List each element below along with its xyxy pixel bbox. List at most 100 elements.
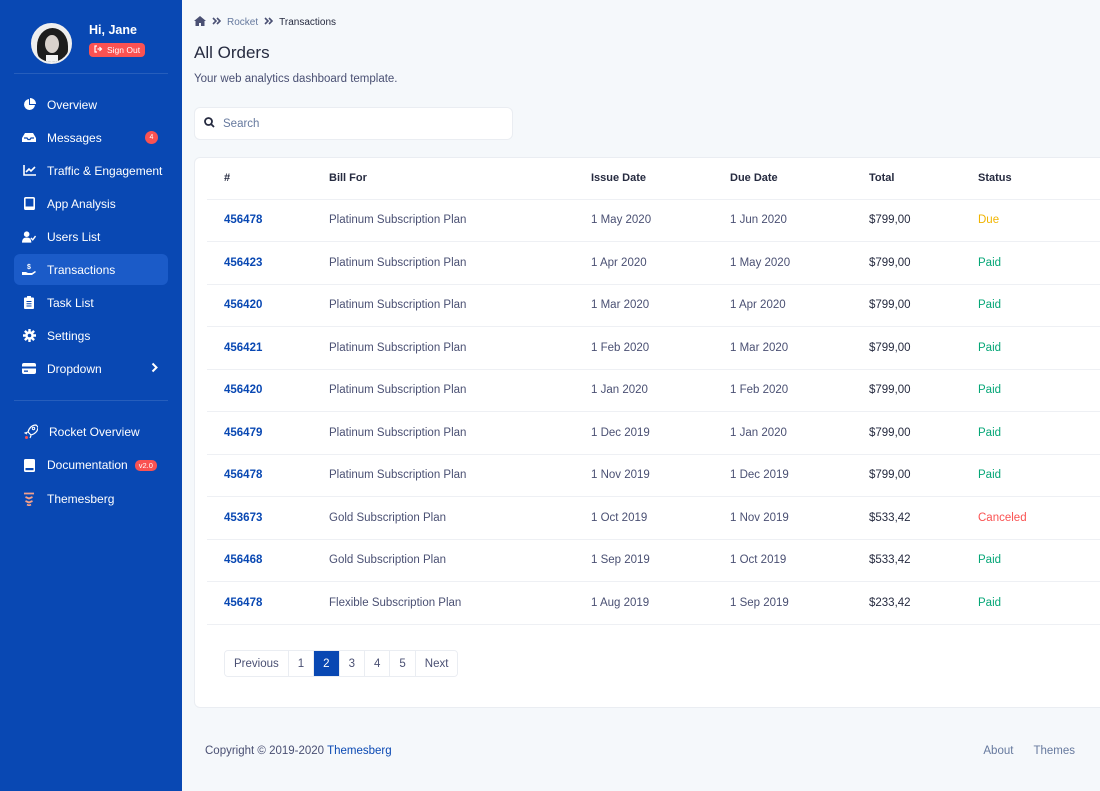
footer-link-about[interactable]: About [983, 745, 1013, 757]
order-id-cell: 456421 [207, 326, 329, 370]
inbox-icon [22, 131, 36, 145]
order-id-link[interactable]: 456421 [224, 342, 262, 354]
breadcrumb: Rocket Transactions [194, 16, 336, 29]
bill-for-cell: Platinum Subscription Plan [329, 284, 591, 327]
sidebar-item-themesberg[interactable]: Themesberg [14, 483, 168, 514]
order-id-link[interactable]: 456478 [224, 597, 262, 609]
due-date-cell: 1 Jan 2020 [730, 411, 869, 455]
bill-for-cell: Platinum Subscription Plan [329, 241, 591, 285]
column-header-total: Total [869, 158, 978, 200]
search-box [194, 107, 513, 140]
search-icon [204, 115, 215, 133]
footer-link-themes[interactable]: Themes [1033, 745, 1075, 757]
pagination: Previous 1 2 3 4 5 Next [224, 650, 459, 677]
due-date-cell: 1 Oct 2019 [730, 539, 869, 582]
user-profile: Hi, Jane Sign Out [0, 0, 182, 73]
issue-date-cell: 1 Aug 2019 [591, 581, 730, 625]
orders-table-card: # Bill For Issue Date Due Date Total Sta… [194, 157, 1100, 708]
table-row: 456420 Platinum Subscription Plan 1 Mar 20… [207, 284, 1100, 327]
footer: Copyright © 2019-2020 Themesberg About T… [205, 745, 1075, 757]
bill-for-cell: Platinum Subscription Plan [329, 326, 591, 370]
sidebar-item-label: Traffic & Engagement [47, 163, 163, 178]
hand-dollar-icon: $ [22, 263, 36, 277]
issue-date-cell: 1 Mar 2020 [591, 284, 730, 327]
order-id-cell: 456479 [207, 411, 329, 455]
total-cell: $799,00 [869, 326, 978, 370]
pagination-previous[interactable]: Previous [225, 651, 288, 676]
clipboard-list-icon [22, 296, 36, 310]
total-cell: $799,00 [869, 369, 978, 412]
order-id-link[interactable]: 453673 [224, 512, 262, 524]
sidebar-item-label: App Analysis [47, 196, 116, 211]
status-badge: Paid [978, 284, 1100, 327]
sidebar-item-overview[interactable]: Overview [14, 89, 168, 120]
orders-table: # Bill For Issue Date Due Date Total Sta… [207, 158, 1100, 625]
sidebar-item-label: Documentation [47, 458, 128, 472]
chevron-right-icon [151, 362, 158, 376]
bill-for-cell: Flexible Subscription Plan [329, 581, 591, 625]
column-header-issue-date: Issue Date [591, 158, 730, 200]
pagination-page-1[interactable]: 1 [287, 651, 314, 676]
sidebar-item-traffic-engagement[interactable]: Traffic & Engagement [14, 155, 168, 186]
sidebar-item-label: Settings [47, 328, 91, 343]
sidebar-item-messages[interactable]: Messages 4 [14, 122, 168, 153]
order-id-cell: 456468 [207, 539, 329, 582]
pie-chart-icon [22, 98, 36, 112]
order-id-link[interactable]: 456479 [224, 427, 262, 439]
order-id-cell: 453673 [207, 496, 329, 540]
table-row: 453673 Gold Subscription Plan 1 Oct 2019 1 … [207, 496, 1100, 540]
order-id-cell: 456423 [207, 241, 329, 285]
due-date-cell: 1 May 2020 [730, 241, 869, 285]
sidebar-item-label: Overview [47, 97, 98, 112]
issue-date-cell: 1 Feb 2020 [591, 326, 730, 370]
order-id-link[interactable]: 456420 [224, 384, 262, 396]
sidebar-item-settings[interactable]: Settings [14, 320, 168, 351]
sidebar-item-documentation[interactable]: Documentation v2.0 [14, 450, 168, 481]
order-id-link[interactable]: 456478 [224, 214, 262, 226]
pagination-page-2[interactable]: 2 [313, 651, 339, 676]
status-badge: Paid [978, 581, 1100, 625]
sidebar-item-task-list[interactable]: Task List [14, 287, 168, 318]
sign-out-label: Sign Out [107, 45, 141, 55]
sidebar-item-app-analysis[interactable]: App Analysis [14, 188, 168, 219]
sign-out-button[interactable]: Sign Out [89, 43, 146, 57]
status-badge: Paid [978, 326, 1100, 370]
column-header-id: # [207, 158, 329, 200]
sidebar-secondary-nav: Rocket Overview Documentation v2.0 Theme… [0, 401, 182, 514]
order-id-cell: 456420 [207, 369, 329, 412]
order-id-link[interactable]: 456468 [224, 554, 262, 566]
table-header-row: # Bill For Issue Date Due Date Total Sta… [207, 158, 1100, 200]
table-row: 456420 Platinum Subscription Plan 1 Jan 20… [207, 369, 1100, 412]
sidebar-item-dropdown[interactable]: Dropdown [14, 353, 168, 384]
status-badge: Due [978, 199, 1100, 242]
breadcrumb-link-rocket[interactable]: Rocket [227, 17, 258, 28]
order-id-link[interactable]: 456478 [224, 469, 262, 481]
status-badge: Paid [978, 411, 1100, 455]
bill-for-cell: Platinum Subscription Plan [329, 369, 591, 412]
sidebar-item-label: Themesberg [47, 491, 115, 506]
issue-date-cell: 1 Sep 2019 [591, 539, 730, 582]
bill-for-cell: Platinum Subscription Plan [329, 454, 591, 497]
sidebar-item-transactions[interactable]: $ Transactions [14, 254, 168, 285]
pagination-page-5[interactable]: 5 [389, 651, 415, 676]
page-title: All Orders [194, 43, 270, 62]
status-badge: Paid [978, 369, 1100, 412]
search-input[interactable] [223, 117, 483, 130]
sidebar-item-rocket-overview[interactable]: Rocket Overview [14, 416, 168, 447]
themesberg-link[interactable]: Themesberg [327, 745, 392, 757]
pagination-page-3[interactable]: 3 [338, 651, 364, 676]
pagination-page-4[interactable]: 4 [363, 651, 390, 676]
issue-date-cell: 1 May 2020 [591, 199, 730, 242]
pagination-next[interactable]: Next [414, 651, 458, 676]
status-badge: Paid [978, 539, 1100, 582]
order-id-link[interactable]: 456423 [224, 257, 262, 269]
main-content: Rocket Transactions All Orders Your web … [182, 0, 1100, 791]
rocket-icon [24, 423, 38, 439]
home-icon[interactable] [194, 16, 206, 29]
sidebar-item-users-list[interactable]: Users List [14, 221, 168, 252]
issue-date-cell: 1 Apr 2020 [591, 241, 730, 285]
table-row: 456423 Platinum Subscription Plan 1 Apr 20… [207, 241, 1100, 285]
order-id-link[interactable]: 456420 [224, 299, 262, 311]
column-header-due-date: Due Date [730, 158, 869, 200]
total-cell: $799,00 [869, 454, 978, 497]
